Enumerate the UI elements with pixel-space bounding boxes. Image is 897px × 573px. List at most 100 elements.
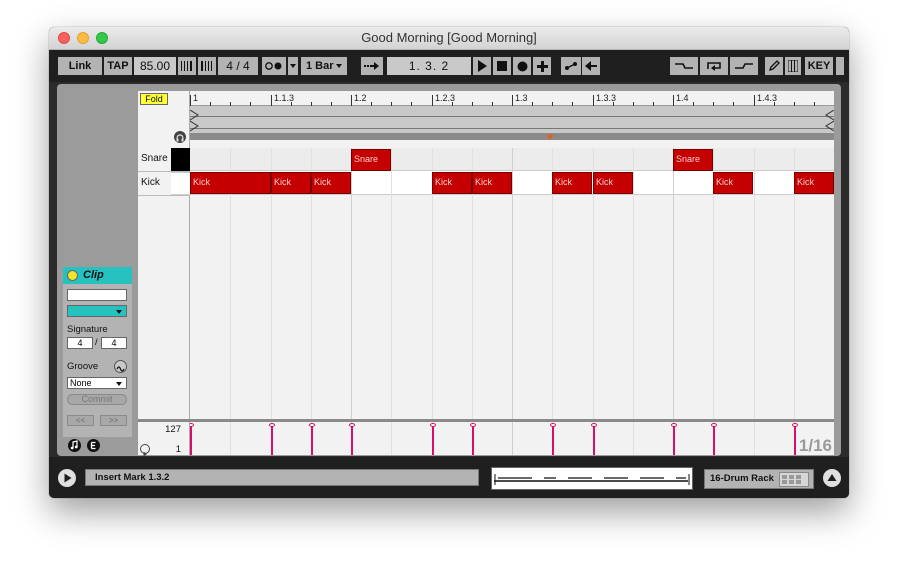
velocity-stem[interactable] — [593, 426, 595, 455]
velocity-stem[interactable] — [794, 426, 796, 455]
show-detail-button[interactable] — [823, 469, 841, 487]
metronome-menu-button[interactable] — [288, 57, 298, 75]
prev-clip-button[interactable]: << — [67, 415, 94, 426]
midi-note-kick[interactable]: Kick — [713, 172, 753, 194]
velocity-stem[interactable] — [432, 426, 434, 455]
loop-brace-line — [190, 116, 834, 117]
midi-note-snare[interactable]: Snare — [673, 149, 713, 171]
scrub-area[interactable] — [190, 133, 834, 140]
midi-note-kick[interactable]: Kick — [311, 172, 351, 194]
velocity-header: 127 1 — [138, 422, 190, 457]
velocity-stem[interactable] — [311, 426, 313, 455]
kick-key[interactable] — [171, 172, 190, 195]
preview-headphones-button[interactable] — [174, 131, 186, 143]
velocity-handle[interactable] — [792, 423, 798, 427]
play-button[interactable] — [473, 57, 491, 75]
clip-signature-slash: / — [95, 337, 98, 348]
envelope-e-icon — [90, 441, 96, 450]
velocity-handle[interactable] — [591, 423, 597, 427]
chevron-down-icon — [116, 382, 122, 386]
clip-overview[interactable] — [491, 467, 693, 490]
velocity-stem[interactable] — [271, 426, 273, 455]
midi-note-kick[interactable]: Kick — [190, 172, 271, 194]
loop-button[interactable] — [700, 57, 728, 75]
grid-line — [512, 422, 513, 455]
signature-label: Signature — [67, 324, 108, 335]
velocity-handle[interactable] — [309, 423, 315, 427]
nudge-down-button[interactable] — [178, 57, 196, 75]
clip-color-chooser[interactable] — [67, 305, 127, 317]
loop-start-marker-icon[interactable] — [190, 110, 200, 134]
midi-note-kick[interactable]: Kick — [794, 172, 834, 194]
note-grid[interactable]: Snare Snare Kick Kick Kick Kick Kick Kick Kick Ki… — [190, 148, 834, 421]
follow-button[interactable] — [361, 57, 383, 75]
midi-note-kick[interactable]: Kick — [432, 172, 472, 194]
tap-button[interactable]: TAP — [104, 57, 132, 75]
velocity-stem[interactable] — [351, 426, 353, 455]
velocity-stem[interactable] — [552, 426, 554, 455]
stop-icon — [497, 61, 507, 71]
hide-browser-button[interactable] — [58, 469, 76, 487]
grid-line — [391, 422, 392, 455]
tempo-field[interactable]: 85.00 — [134, 57, 176, 75]
selected-device-panel[interactable]: 16-Drum Rack — [704, 469, 814, 489]
midi-note-kick[interactable]: Kick — [593, 172, 633, 194]
draw-mode-button[interactable] — [765, 57, 783, 75]
arrangement-position-field[interactable]: 1. 3. 2 — [387, 57, 471, 75]
midi-note-kick[interactable]: Kick — [271, 172, 311, 194]
automation-arm-button[interactable] — [561, 57, 581, 75]
punch-in-icon — [675, 63, 693, 69]
clip-name-field[interactable] — [67, 289, 127, 301]
velocity-handle[interactable] — [430, 423, 436, 427]
link-button[interactable]: Link — [58, 57, 102, 75]
velocity-stem[interactable] — [713, 426, 715, 455]
velocity-handle[interactable] — [269, 423, 275, 427]
beat-time-ruler[interactable]: 1 1.1.3 1.2 1.2.3 1.3 1.3.3 1.4 1.4.3 — [190, 91, 834, 106]
snare-key[interactable] — [171, 148, 190, 171]
velocity-stem[interactable] — [472, 426, 474, 455]
punch-in-button[interactable] — [670, 57, 698, 75]
clip-activator-icon[interactable] — [67, 270, 78, 281]
loop-brace-area[interactable] — [190, 106, 834, 140]
commit-button[interactable]: Commit — [67, 394, 127, 405]
velocity-handle[interactable] — [470, 423, 476, 427]
clip-signature-numerator-field[interactable]: 4 — [67, 337, 93, 349]
velocity-handle[interactable] — [550, 423, 556, 427]
punch-out-button[interactable] — [730, 57, 758, 75]
stop-button[interactable] — [493, 57, 511, 75]
fold-button[interactable]: Fold — [140, 93, 168, 105]
back-to-arrangement-button[interactable] — [582, 57, 600, 75]
time-signature-field[interactable]: 4 / 4 — [218, 57, 258, 75]
velocity-lane[interactable]: 1/16 — [190, 422, 834, 455]
midi-note-snare[interactable]: Snare — [351, 149, 391, 171]
loop-end-marker-icon[interactable] — [824, 110, 834, 134]
groove-pool-button[interactable] — [114, 360, 127, 373]
midi-keyboard-button[interactable] — [785, 57, 801, 75]
clip-signature-denominator-field[interactable]: 4 — [101, 337, 127, 349]
velocity-handle[interactable] — [349, 423, 355, 427]
groove-dropdown[interactable]: None — [67, 377, 127, 389]
record-icon — [517, 61, 527, 72]
velocity-handle[interactable] — [190, 423, 194, 427]
velocity-handle[interactable] — [711, 423, 717, 427]
notes-box-button[interactable] — [68, 439, 81, 452]
record-button[interactable] — [513, 57, 531, 75]
midi-note-kick[interactable]: Kick — [472, 172, 512, 194]
next-clip-button[interactable]: >> — [100, 415, 127, 426]
velocity-handle[interactable] — [671, 423, 677, 427]
nudge-down-icon — [181, 61, 192, 71]
title-bar: Good Morning [Good Morning] — [49, 27, 849, 50]
overdub-button[interactable] — [533, 57, 551, 75]
quantize-dropdown[interactable]: 1 Bar — [301, 57, 347, 75]
toolbar-scroll-handle[interactable] — [836, 57, 844, 75]
nudge-up-button[interactable] — [198, 57, 216, 75]
midi-note-kick[interactable]: Kick — [552, 172, 592, 194]
velocity-stem[interactable] — [190, 426, 192, 455]
velocity-expand-button[interactable] — [140, 444, 150, 457]
time-signature-denominator: 4 — [243, 59, 250, 73]
metronome-button[interactable] — [262, 57, 286, 75]
velocity-stem[interactable] — [673, 426, 675, 455]
ruler-tick-label: 1.4.3 — [757, 93, 778, 103]
envelopes-box-button[interactable] — [87, 439, 100, 452]
key-map-button[interactable]: KEY — [805, 57, 833, 75]
